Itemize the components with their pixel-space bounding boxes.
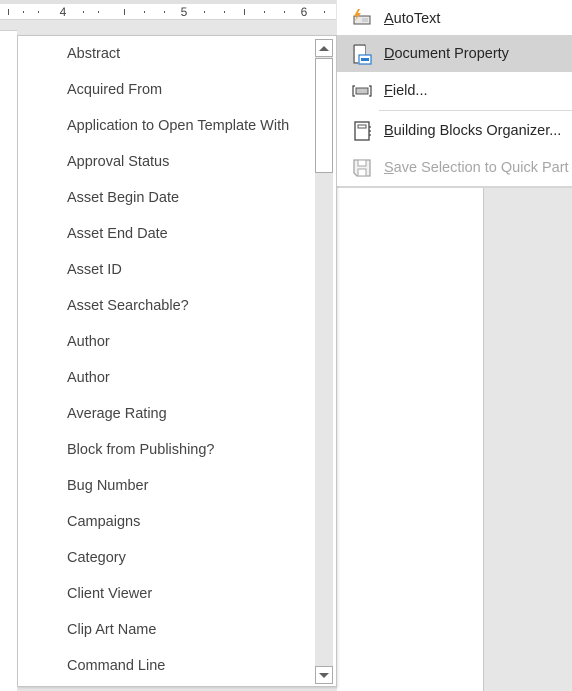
property-list-item[interactable]: Acquired From	[18, 72, 315, 108]
menu-shadow	[337, 186, 572, 188]
menu-item-label: Field...	[384, 82, 428, 99]
property-list-item[interactable]: Asset End Date	[18, 216, 315, 252]
ruler-number-5: 5	[180, 5, 188, 19]
document-property-list[interactable]: Abstract Acquired From Application to Open…	[17, 35, 337, 687]
property-items: Abstract Acquired From Application to Open…	[18, 36, 315, 684]
property-list-item[interactable]: Bug Number	[18, 468, 315, 504]
word-window: 4 5 6 Abstract Acquired From Application t…	[0, 0, 572, 691]
menu-item-building-blocks-organizer[interactable]: Building Blocks Organizer...	[337, 112, 572, 149]
property-list-item[interactable]: Average Rating	[18, 396, 315, 432]
document-background	[0, 21, 336, 35]
property-list-item[interactable]: Asset ID	[18, 252, 315, 288]
property-list-item[interactable]: Client Viewer	[18, 576, 315, 612]
ruler-tick	[264, 11, 265, 13]
menu-separator	[379, 110, 572, 111]
menu-item-label: Document Property	[384, 45, 509, 62]
property-list-item[interactable]: Campaigns	[18, 504, 315, 540]
menu-item-label: Building Blocks Organizer...	[384, 122, 562, 139]
property-list-item[interactable]: Author	[18, 324, 315, 360]
building-blocks-organizer-icon	[351, 120, 373, 142]
vertical-scrollbar[interactable]	[315, 39, 333, 684]
autotext-icon	[351, 8, 373, 30]
menu-item-field[interactable]: Field...	[337, 72, 572, 109]
ruler-tick	[284, 11, 285, 13]
property-list-item[interactable]: Asset Begin Date	[18, 180, 315, 216]
ruler-tick	[144, 11, 145, 13]
property-list-item[interactable]: Category	[18, 540, 315, 576]
ruler-tick	[38, 11, 39, 13]
save-icon	[351, 157, 373, 179]
ruler-tick	[324, 11, 325, 13]
property-list-item[interactable]: Command Line	[18, 648, 315, 684]
triangle-down-icon	[319, 672, 329, 678]
ruler-tick	[164, 11, 165, 13]
property-list-item[interactable]: Approval Status	[18, 144, 315, 180]
ruler-tick	[204, 11, 205, 13]
ruler-tick	[244, 9, 245, 15]
menu-item-label: Save Selection to Quick Part	[384, 159, 569, 176]
document-property-icon	[351, 43, 373, 65]
property-list-item[interactable]: Block from Publishing?	[18, 432, 315, 468]
menu-item-label: AutoText	[384, 10, 441, 27]
triangle-up-icon	[319, 45, 329, 51]
quick-parts-menu: AutoText Document Property Field... Buil…	[337, 0, 572, 186]
ruler-tick	[83, 11, 84, 13]
horizontal-ruler[interactable]: 4 5 6	[0, 4, 336, 20]
ruler-tick	[224, 11, 225, 13]
document-page[interactable]	[337, 186, 484, 691]
property-list-item[interactable]: Asset Searchable?	[18, 288, 315, 324]
ruler-number-4: 4	[59, 5, 67, 19]
property-list-item[interactable]: Abstract	[18, 36, 315, 72]
property-list-item[interactable]: Application to Open Template With	[18, 108, 315, 144]
ruler-tick	[23, 11, 24, 13]
ruler-tick	[124, 9, 125, 15]
scroll-down-button[interactable]	[315, 666, 333, 684]
ruler-tick	[8, 9, 9, 15]
scroll-thumb[interactable]	[315, 58, 333, 173]
menu-item-document-property[interactable]: Document Property	[337, 35, 572, 72]
property-list-item[interactable]: Author	[18, 360, 315, 396]
document-page[interactable]	[0, 30, 17, 691]
scroll-up-button[interactable]	[315, 39, 333, 57]
menu-item-autotext[interactable]: AutoText	[337, 0, 572, 37]
ruler-number-6: 6	[300, 5, 308, 19]
ruler-tick	[98, 11, 99, 13]
property-list-item[interactable]: Clip Art Name	[18, 612, 315, 648]
menu-item-save-selection[interactable]: Save Selection to Quick Part	[337, 149, 572, 186]
field-icon	[351, 80, 373, 102]
